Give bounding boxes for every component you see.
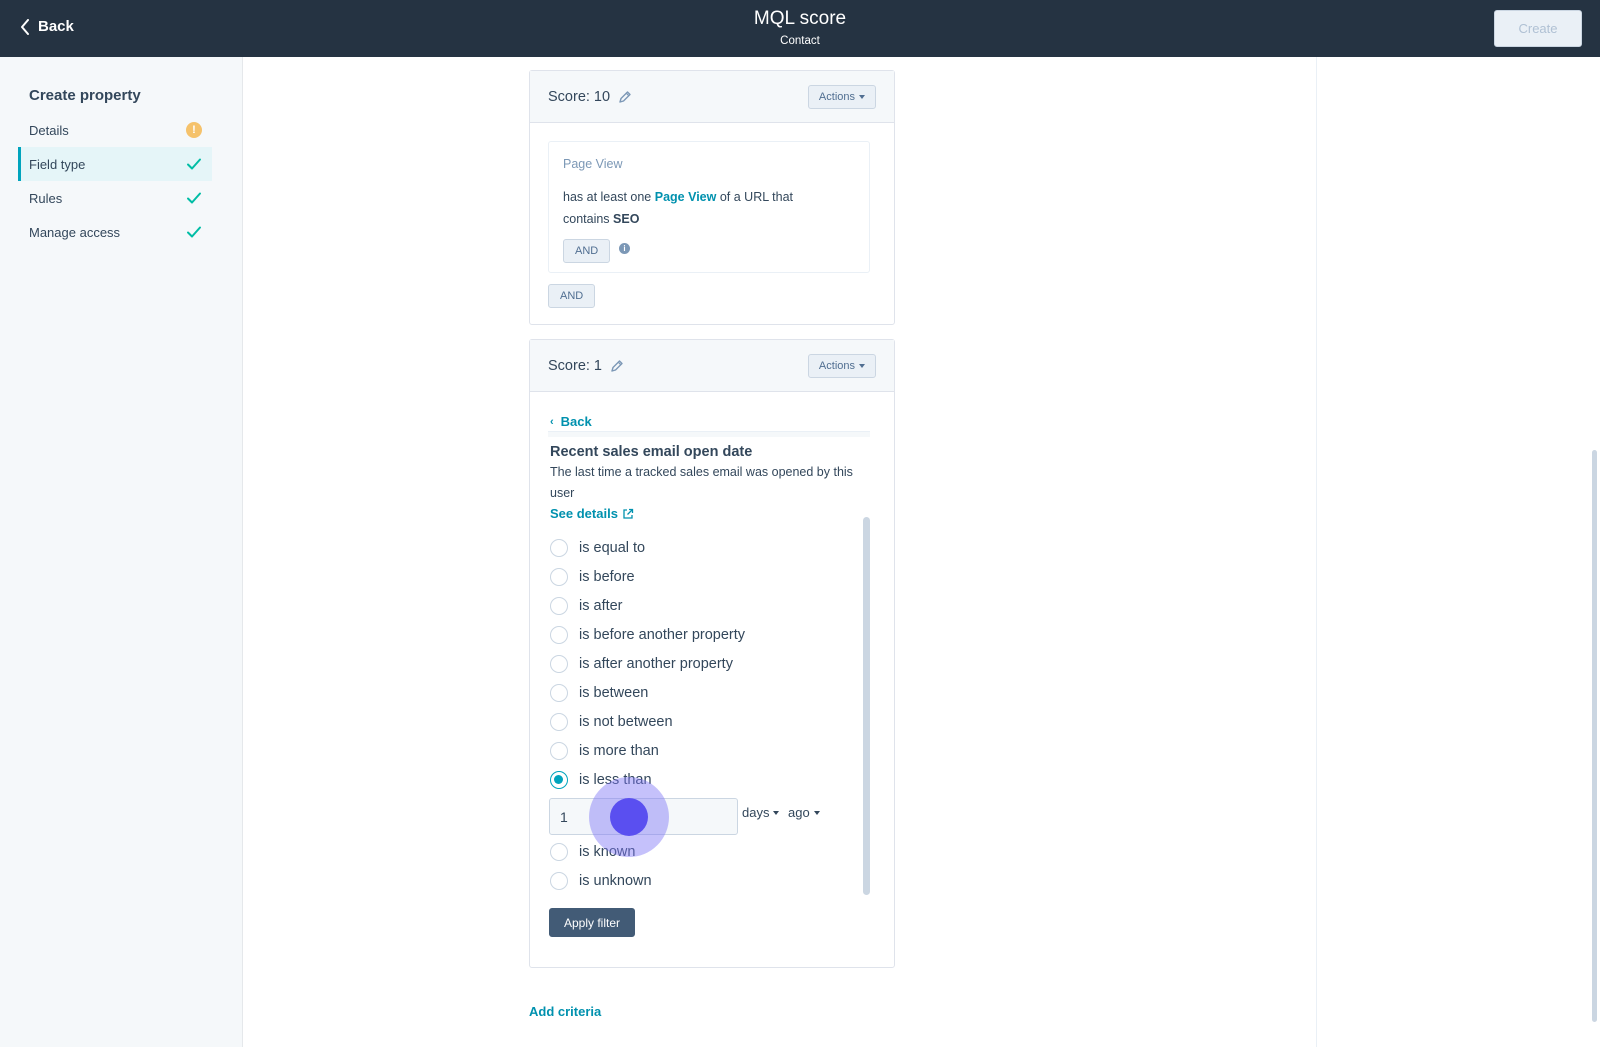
option-label: is before another property: [579, 627, 746, 643]
option-is-between[interactable]: is between: [550, 682, 648, 704]
direction-label: ago: [788, 805, 810, 820]
check-icon: [187, 192, 201, 204]
desc-value: SEO: [613, 212, 640, 226]
radio-button[interactable]: [550, 713, 568, 731]
actions-label: Actions: [818, 91, 855, 103]
content-divider: [1316, 57, 1317, 1047]
option-label: is more than: [579, 743, 659, 759]
page-title: MQL score: [753, 8, 847, 29]
check-icon: [187, 226, 201, 238]
pencil-icon[interactable]: [618, 90, 632, 104]
create-button[interactable]: Create: [1494, 10, 1582, 47]
check-icon: [187, 158, 201, 170]
info-icon[interactable]: i: [619, 243, 630, 254]
sidebar-item-label: Details: [29, 122, 69, 138]
sidebar-item-label: Rules: [29, 190, 63, 206]
sidebar-item-details[interactable]: Details !: [18, 113, 212, 147]
chevron-left-icon: ‹: [550, 415, 554, 428]
options-scrollbar-thumb[interactable]: [863, 517, 870, 895]
actions-label: Actions: [818, 360, 855, 372]
option-label: is between: [579, 685, 649, 701]
score-card-header: Score: 10 Actions: [530, 71, 894, 123]
score-label: Score: 10: [548, 88, 611, 105]
sidebar-item-field-type[interactable]: Field type: [18, 147, 212, 181]
score-card-header: Score: 1 Actions: [530, 340, 894, 392]
property-description: The last time a tracked sales email was …: [550, 465, 853, 500]
actions-dropdown[interactable]: Actions: [807, 85, 876, 109]
apply-filter-button[interactable]: Apply filter: [549, 908, 635, 937]
score-card-1: Score: 1 Actions ‹ Back Recent sales ema…: [529, 339, 895, 968]
and-inner-button[interactable]: AND: [563, 239, 611, 263]
option-label: is after another property: [579, 656, 733, 672]
property-title: Recent sales email open date: [550, 444, 753, 460]
score-card-10: Score: 10 Actions Page View has at least…: [529, 70, 895, 325]
option-is-unknown[interactable]: is unknown: [550, 870, 652, 892]
sidebar-item-label: Manage access: [29, 224, 121, 240]
pencil-icon[interactable]: [610, 359, 624, 373]
radio-button-selected[interactable]: [550, 771, 568, 789]
radio-button[interactable]: [550, 626, 568, 644]
option-is-not-between[interactable]: is not between: [550, 711, 673, 733]
options-scrollbar[interactable]: [863, 517, 870, 895]
desc-link[interactable]: Page View: [655, 190, 717, 204]
caret-down-icon: [859, 95, 865, 99]
option-is-before[interactable]: is before: [550, 566, 635, 588]
option-label: is not between: [579, 714, 673, 730]
sidebar-item-label: Field type: [29, 156, 86, 172]
radio-button[interactable]: [550, 568, 568, 586]
sidebar-item-rules[interactable]: Rules: [18, 181, 212, 215]
option-label: is equal to: [579, 540, 646, 556]
filter-back-link[interactable]: ‹ Back: [550, 414, 592, 429]
desc-prefix: has at least one: [563, 190, 652, 204]
option-is-before-another-property[interactable]: is before another property: [550, 624, 745, 646]
caret-down-icon: [773, 810, 780, 815]
sidebar-item-manage-access[interactable]: Manage access: [18, 215, 212, 249]
score-label: Score: 1: [548, 357, 602, 374]
add-criteria-link[interactable]: Add criteria: [529, 1004, 601, 1019]
radio-button[interactable]: [550, 655, 568, 673]
main-content: Score: 10 Actions Page View has at least…: [243, 57, 1600, 1047]
direction-dropdown[interactable]: ago: [788, 805, 820, 820]
filter-group[interactable]: Page View has at least one Page View of …: [548, 141, 870, 273]
panel-divider: [548, 431, 870, 437]
filter-back-label: Back: [560, 414, 592, 429]
see-details-link[interactable]: See details: [550, 506, 634, 521]
sidebar-title: Create property: [29, 87, 141, 104]
caret-down-icon: [813, 810, 820, 815]
radio-button[interactable]: [550, 684, 568, 702]
external-link-icon: [623, 508, 634, 519]
click-indicator-dot: [610, 798, 648, 836]
option-is-more-than[interactable]: is more than: [550, 740, 659, 762]
radio-button[interactable]: [550, 872, 568, 890]
filter-description: has at least one Page View of a URL that…: [563, 186, 843, 230]
option-is-after[interactable]: is after: [550, 595, 623, 617]
option-label: is after: [579, 598, 623, 614]
option-is-after-another-property[interactable]: is after another property: [550, 653, 733, 675]
option-label: is before: [579, 569, 635, 585]
page-subtitle: Contact: [780, 35, 820, 47]
warning-icon: !: [186, 122, 202, 138]
top-header: Back MQL score Contact Create: [0, 0, 1600, 57]
page-scrollbar[interactable]: [1588, 57, 1600, 1047]
page-scrollbar-thumb[interactable]: [1592, 450, 1597, 1022]
unit-label: days: [742, 805, 770, 820]
sidebar: Create property Details ! Field type Rul…: [0, 57, 243, 1047]
option-label: is unknown: [579, 873, 652, 889]
caret-down-icon: [859, 364, 865, 368]
unit-dropdown[interactable]: days: [742, 805, 780, 820]
filter-title: Page View: [563, 157, 623, 171]
radio-button[interactable]: [550, 597, 568, 615]
actions-dropdown[interactable]: Actions: [807, 354, 876, 378]
radio-button[interactable]: [550, 539, 568, 557]
see-details-label: See details: [550, 506, 618, 521]
and-outer-button[interactable]: AND: [548, 284, 596, 308]
radio-button[interactable]: [550, 843, 568, 861]
radio-button[interactable]: [550, 742, 568, 760]
option-is-equal-to[interactable]: is equal to: [550, 537, 645, 559]
